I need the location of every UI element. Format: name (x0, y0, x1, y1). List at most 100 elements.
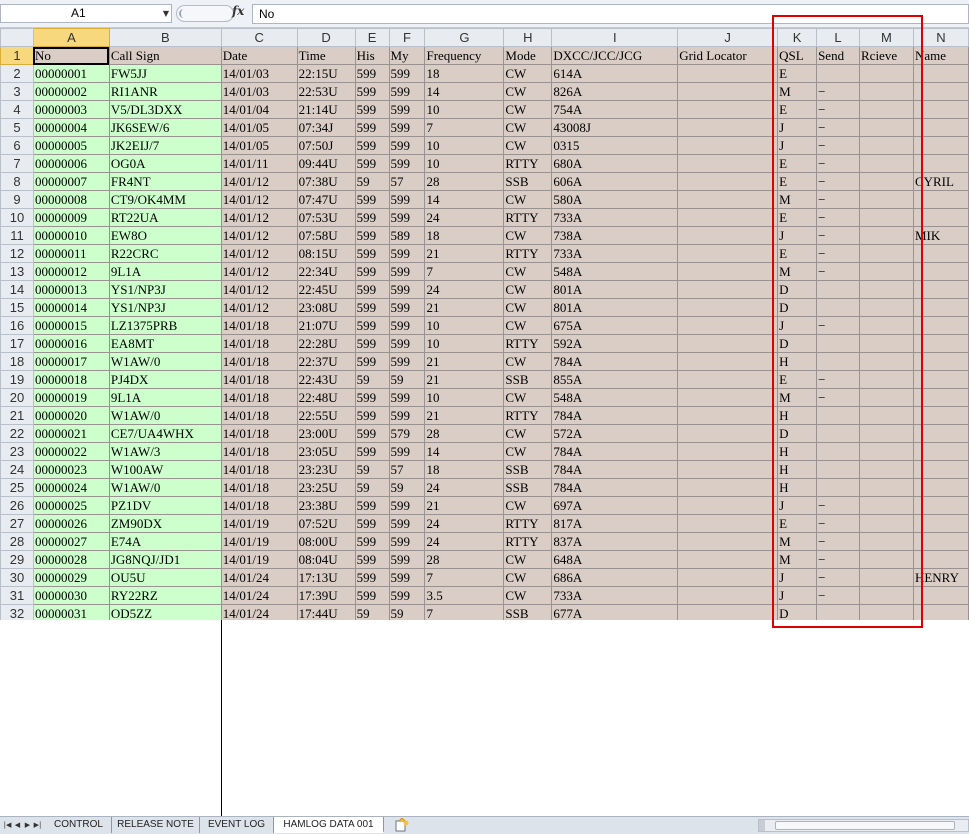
cell-j[interactable] (677, 316, 779, 335)
header-cell-a[interactable]: No (32, 46, 110, 65)
cell-f[interactable]: 59 (388, 604, 426, 620)
cell-d[interactable]: 22:34U (296, 262, 356, 281)
cell-d[interactable]: 22:53U (296, 82, 356, 101)
cell-d[interactable]: 22:37U (296, 352, 356, 371)
last-sheet-button[interactable]: ▶| (33, 820, 42, 831)
cell-m[interactable] (859, 586, 914, 605)
row-header[interactable]: 27 (0, 514, 34, 533)
cell-j[interactable] (677, 118, 779, 137)
cell-h[interactable]: CW (503, 136, 553, 155)
cell-c[interactable]: 14/01/12 (220, 280, 298, 299)
tab-split-handle[interactable] (759, 820, 765, 831)
header-cell-f[interactable]: My (388, 46, 426, 65)
cell-d[interactable]: 07:50J (296, 136, 356, 155)
cell-d[interactable]: 22:55U (296, 406, 356, 425)
cell-a[interactable]: 00000022 (32, 442, 110, 461)
row-header[interactable]: 24 (0, 460, 34, 479)
cell-g[interactable]: 18 (424, 226, 505, 245)
cell-g[interactable]: 21 (424, 298, 505, 317)
cell-k[interactable]: J (777, 568, 818, 587)
cell-k[interactable]: J (777, 226, 818, 245)
cell-g[interactable]: 18 (424, 64, 505, 83)
cell-e[interactable]: 599 (354, 442, 390, 461)
cell-g[interactable]: 28 (424, 172, 505, 191)
cell-d[interactable]: 22:43U (296, 370, 356, 389)
cell-e[interactable]: 599 (354, 280, 390, 299)
cell-c[interactable]: 14/01/05 (220, 136, 298, 155)
cell-c[interactable]: 14/01/12 (220, 190, 298, 209)
cell-e[interactable]: 599 (354, 82, 390, 101)
cell-k[interactable]: H (777, 352, 818, 371)
cell-h[interactable]: SSB (503, 478, 553, 497)
cell-k[interactable]: E (777, 208, 818, 227)
cell-n[interactable] (912, 370, 969, 389)
row-header[interactable]: 28 (0, 532, 34, 551)
cell-b[interactable]: ZM90DX (108, 514, 222, 533)
cell-h[interactable]: CW (503, 586, 553, 605)
column-header-l[interactable]: L (816, 28, 860, 47)
cell-j[interactable] (677, 190, 779, 209)
cell-f[interactable]: 599 (388, 496, 426, 515)
cell-g[interactable]: 7 (424, 262, 505, 281)
cell-c[interactable]: 14/01/18 (220, 388, 298, 407)
cell-j[interactable] (677, 100, 779, 119)
cell-n[interactable]: HENRY (912, 568, 969, 587)
cell-n[interactable] (912, 478, 969, 497)
insert-worksheet-icon[interactable] (392, 817, 412, 833)
cell-i[interactable]: 733A (551, 244, 679, 263)
cell-k[interactable]: H (777, 460, 818, 479)
cell-d[interactable]: 07:34J (296, 118, 356, 137)
cell-n[interactable] (912, 190, 969, 209)
cell-m[interactable] (859, 514, 914, 533)
cell-c[interactable]: 14/01/24 (220, 568, 298, 587)
cell-m[interactable] (859, 244, 914, 263)
cell-l[interactable]: − (816, 568, 860, 587)
cell-f[interactable]: 57 (388, 460, 426, 479)
row-header[interactable]: 13 (0, 262, 34, 281)
cell-b[interactable]: RI1ANR (108, 82, 222, 101)
cell-b[interactable]: W1AW/0 (108, 352, 222, 371)
cell-k[interactable]: E (777, 244, 818, 263)
horizontal-scrollbar[interactable] (758, 819, 969, 832)
cell-i[interactable]: 837A (551, 532, 679, 551)
cell-c[interactable]: 14/01/12 (220, 208, 298, 227)
cell-g[interactable]: 14 (424, 190, 505, 209)
cell-l[interactable] (816, 352, 860, 371)
header-cell-i[interactable]: DXCC/JCC/JCG (551, 46, 679, 65)
cell-n[interactable]: MIK (912, 226, 969, 245)
cell-c[interactable]: 14/01/11 (220, 154, 298, 173)
cell-g[interactable]: 21 (424, 406, 505, 425)
cell-g[interactable]: 24 (424, 532, 505, 551)
cell-b[interactable]: E74A (108, 532, 222, 551)
insert-function-icon[interactable]: fx (232, 4, 248, 18)
cell-d[interactable]: 23:05U (296, 442, 356, 461)
cell-l[interactable] (816, 478, 860, 497)
cell-n[interactable] (912, 262, 969, 281)
cell-i[interactable]: 784A (551, 442, 679, 461)
column-header-b[interactable]: B (108, 28, 222, 47)
column-header-d[interactable]: D (296, 28, 356, 47)
cell-b[interactable]: CE7/UA4WHX (108, 424, 222, 443)
row-header[interactable]: 15 (0, 298, 34, 317)
header-cell-c[interactable]: Date (220, 46, 298, 65)
cell-f[interactable]: 599 (388, 136, 426, 155)
cell-n[interactable] (912, 514, 969, 533)
cell-i[interactable]: 855A (551, 370, 679, 389)
cell-b[interactable]: W1AW/0 (108, 478, 222, 497)
cell-b[interactable]: JK2EIJ/7 (108, 136, 222, 155)
cell-f[interactable]: 57 (388, 172, 426, 191)
cell-i[interactable]: 572A (551, 424, 679, 443)
row-header[interactable]: 6 (0, 136, 34, 155)
row-header[interactable]: 26 (0, 496, 34, 515)
cell-m[interactable] (859, 154, 914, 173)
cell-a[interactable]: 00000014 (32, 298, 110, 317)
cell-i[interactable]: 817A (551, 514, 679, 533)
cell-b[interactable]: OU5U (108, 568, 222, 587)
cell-e[interactable]: 599 (354, 352, 390, 371)
cell-n[interactable] (912, 550, 969, 569)
cell-h[interactable]: CW (503, 442, 553, 461)
cell-m[interactable] (859, 460, 914, 479)
cell-a[interactable]: 00000024 (32, 478, 110, 497)
cell-k[interactable]: J (777, 136, 818, 155)
cell-m[interactable] (859, 334, 914, 353)
